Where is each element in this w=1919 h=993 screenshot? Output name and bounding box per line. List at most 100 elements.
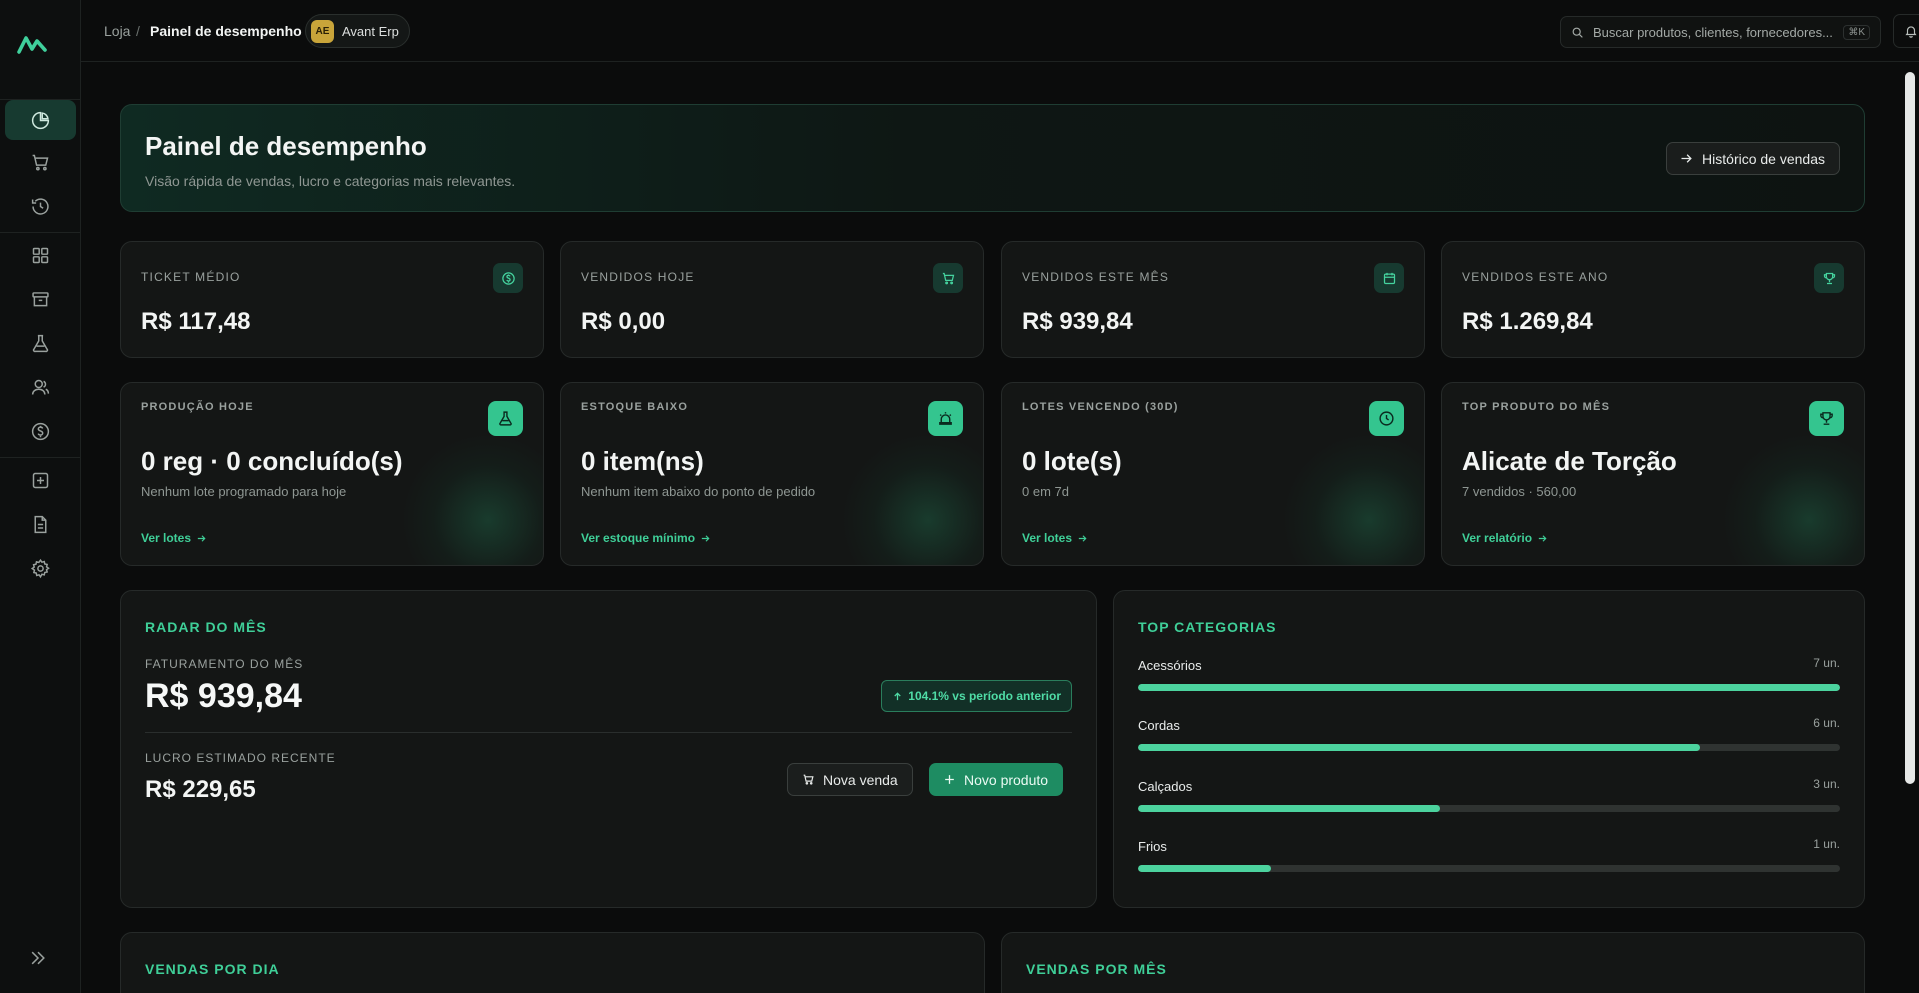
sidebar [0, 0, 81, 993]
revenue-value: R$ 939,84 [145, 677, 302, 715]
revenue-label: FATURAMENTO DO MÊS [145, 657, 304, 671]
growth-text: 104.1% vs período anterior [908, 689, 1061, 703]
card-glow [1284, 435, 1424, 565]
link-label: Ver lotes [1022, 531, 1073, 545]
arrow-up-icon [894, 691, 901, 700]
kpi-card-top-product: TOP PRODUTO DO MÊS Alicate de Torção 7 v… [1441, 382, 1865, 566]
arrow-right-icon [701, 534, 710, 542]
arrow-right-icon [1538, 534, 1547, 542]
category-bar-track [1138, 744, 1840, 751]
notifications-button[interactable] [1893, 14, 1919, 48]
category-value: 3 un. [1813, 777, 1840, 791]
kpi-label: LOTES VENCENDO (30D) [1022, 401, 1179, 413]
sales-per-month-card: VENDAS POR MÊS [1001, 932, 1865, 993]
sidebar-item-reports[interactable] [5, 504, 76, 544]
stat-value: R$ 939,84 [1022, 308, 1133, 335]
cart-icon [30, 152, 51, 173]
sidebar-item-history[interactable] [5, 186, 76, 226]
plus-square-icon [30, 470, 51, 491]
chart-pie-icon [30, 110, 51, 131]
kpi-subtext: Nenhum lote programado para hoje [141, 484, 347, 499]
kpi-value: 0 item(ns) [581, 446, 704, 476]
stat-value: R$ 117,48 [141, 308, 251, 335]
sidebar-item-new[interactable] [5, 460, 76, 500]
clock-icon [1369, 401, 1404, 436]
category-name: Acessórios [1138, 658, 1202, 673]
sidebar-item-catalog[interactable] [5, 235, 76, 275]
section-title: VENDAS POR DIA [145, 961, 280, 977]
category-bar-fill [1138, 744, 1700, 751]
view-min-stock-link[interactable]: Ver estoque mínimo [581, 531, 711, 545]
category-value: 7 un. [1813, 656, 1840, 670]
sidebar-item-customers[interactable] [5, 367, 76, 407]
new-sale-button[interactable]: Nova venda [787, 763, 913, 796]
expand-sidebar-icon[interactable] [28, 948, 48, 968]
sidebar-item-sales[interactable] [5, 142, 76, 182]
category-name: Cordas [1138, 718, 1180, 733]
flask-icon [488, 401, 523, 436]
category-name: Calçados [1138, 779, 1193, 794]
archive-icon [30, 289, 51, 310]
topbar: Loja / Painel de desempenho AE Avant Erp… [81, 0, 1919, 62]
sidebar-item-production[interactable] [5, 323, 76, 363]
kpi-value: 0 lote(s) [1022, 446, 1122, 476]
divider [145, 732, 1072, 733]
settings-icon [30, 558, 51, 579]
history-icon [30, 196, 51, 217]
cart-icon [933, 263, 963, 293]
search-input[interactable]: Buscar produtos, clientes, fornecedores.… [1560, 16, 1881, 48]
new-product-label: Novo produto [964, 771, 1049, 788]
page-header: Painel de desempenho Visão rápida de ven… [120, 104, 1865, 212]
logo-icon[interactable] [17, 30, 47, 60]
sidebar-item-inventory[interactable] [5, 279, 76, 319]
profit-value: R$ 229,65 [145, 776, 256, 803]
category-bar-fill [1138, 684, 1840, 691]
category-value: 6 un. [1813, 716, 1840, 730]
sales-per-day-card: VENDAS POR DIA [120, 932, 985, 993]
category-bar-track [1138, 805, 1840, 812]
link-label: Ver lotes [141, 531, 192, 545]
trophy-icon [1814, 263, 1844, 293]
org-name: Avant Erp [342, 23, 399, 39]
kpi-value: 0 reg · 0 concluído(s) [141, 446, 403, 476]
kpi-subtext: Nenhum item abaixo do ponto de pedido [581, 484, 816, 499]
alarm-icon [928, 401, 963, 436]
sidebar-item-finance[interactable] [5, 411, 76, 451]
org-switcher[interactable]: AE Avant Erp [305, 14, 410, 48]
sales-history-button[interactable]: Histórico de vendas [1666, 142, 1840, 175]
sales-history-label: Histórico de vendas [1702, 150, 1825, 167]
breadcrumb-root[interactable]: Loja [104, 23, 130, 39]
sidebar-item-dashboard[interactable] [5, 100, 76, 140]
new-sale-label: Nova venda [823, 771, 898, 788]
page-title: Painel de desempenho [145, 131, 427, 161]
card-glow [843, 435, 983, 565]
file-icon [30, 514, 51, 535]
new-product-button[interactable]: Novo produto [929, 763, 1064, 796]
view-batches-link[interactable]: Ver lotes [1022, 531, 1088, 545]
category-bar-fill [1138, 805, 1440, 812]
view-batches-link[interactable]: Ver lotes [141, 531, 207, 545]
search-placeholder: Buscar produtos, clientes, fornecedores.… [1593, 24, 1833, 40]
category-bar-track [1138, 684, 1840, 691]
kpi-label: PRODUÇÃO HOJE [141, 401, 254, 413]
trophy-icon [1809, 401, 1844, 436]
dollar-icon [493, 263, 523, 293]
stat-card-month: VENDIDOS ESTE MÊS R$ 939,84 [1001, 241, 1425, 358]
top-categories-card: TOP CATEGORIAS Acessórios 7 un. Cordas 6… [1113, 590, 1865, 908]
view-report-link[interactable]: Ver relatório [1462, 531, 1548, 545]
breadcrumb-separator: / [136, 23, 140, 39]
org-avatar: AE [311, 19, 334, 43]
kpi-subtext: 0 em 7d [1022, 484, 1069, 499]
category-value: 1 un. [1813, 837, 1840, 851]
search-icon [1571, 26, 1593, 39]
page-scrollbar[interactable] [1905, 72, 1915, 784]
card-glow [403, 435, 543, 565]
month-radar-card: RADAR DO MÊS FATURAMENTO DO MÊS R$ 939,8… [120, 590, 1097, 908]
link-label: Ver relatório [1462, 531, 1533, 545]
breadcrumb-current: Painel de desempenho [150, 23, 302, 39]
stat-label: TICKET MÉDIO [141, 270, 241, 284]
sidebar-divider [0, 457, 80, 458]
growth-badge: 104.1% vs período anterior [881, 680, 1072, 712]
sidebar-item-settings[interactable] [5, 548, 76, 588]
link-label: Ver estoque mínimo [581, 531, 696, 545]
